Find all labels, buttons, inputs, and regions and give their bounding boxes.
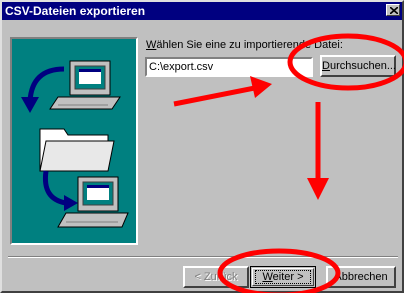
next-button[interactable]: Weiter > [250,266,316,288]
dialog-window: CSV-Dateien exportieren Wählen Sie eine … [0,0,404,293]
back-button[interactable]: < Zurück [183,266,249,288]
wizard-illustration [10,37,138,245]
label-mnemonic: W [146,39,157,51]
footer-separator [8,256,398,258]
browse-mnemonic: D [322,60,330,72]
next-label: eiter > [272,271,304,283]
next-label-wrap: Weiter > [262,271,303,283]
close-x-icon [390,7,398,14]
browse-label: urchsuchen... [329,60,396,72]
folder-icon [39,128,115,172]
file-path-input[interactable]: C:\export.csv [145,57,313,77]
window-title: CSV-Dateien exportieren [5,4,146,18]
title-bar: CSV-Dateien exportieren [2,2,402,20]
file-field-label: Wählen Sie eine zu importierende Datei: [146,39,343,51]
illustration-graphic [21,60,129,228]
next-mnemonic: W [262,271,273,283]
browse-button[interactable]: Durchsuchen... [320,55,396,77]
label-text: ählen Sie eine zu importierende Datei: [156,39,343,51]
cancel-button[interactable]: Abbrechen [326,266,396,288]
arrow-down-icon [42,170,78,211]
close-button[interactable] [386,4,400,16]
